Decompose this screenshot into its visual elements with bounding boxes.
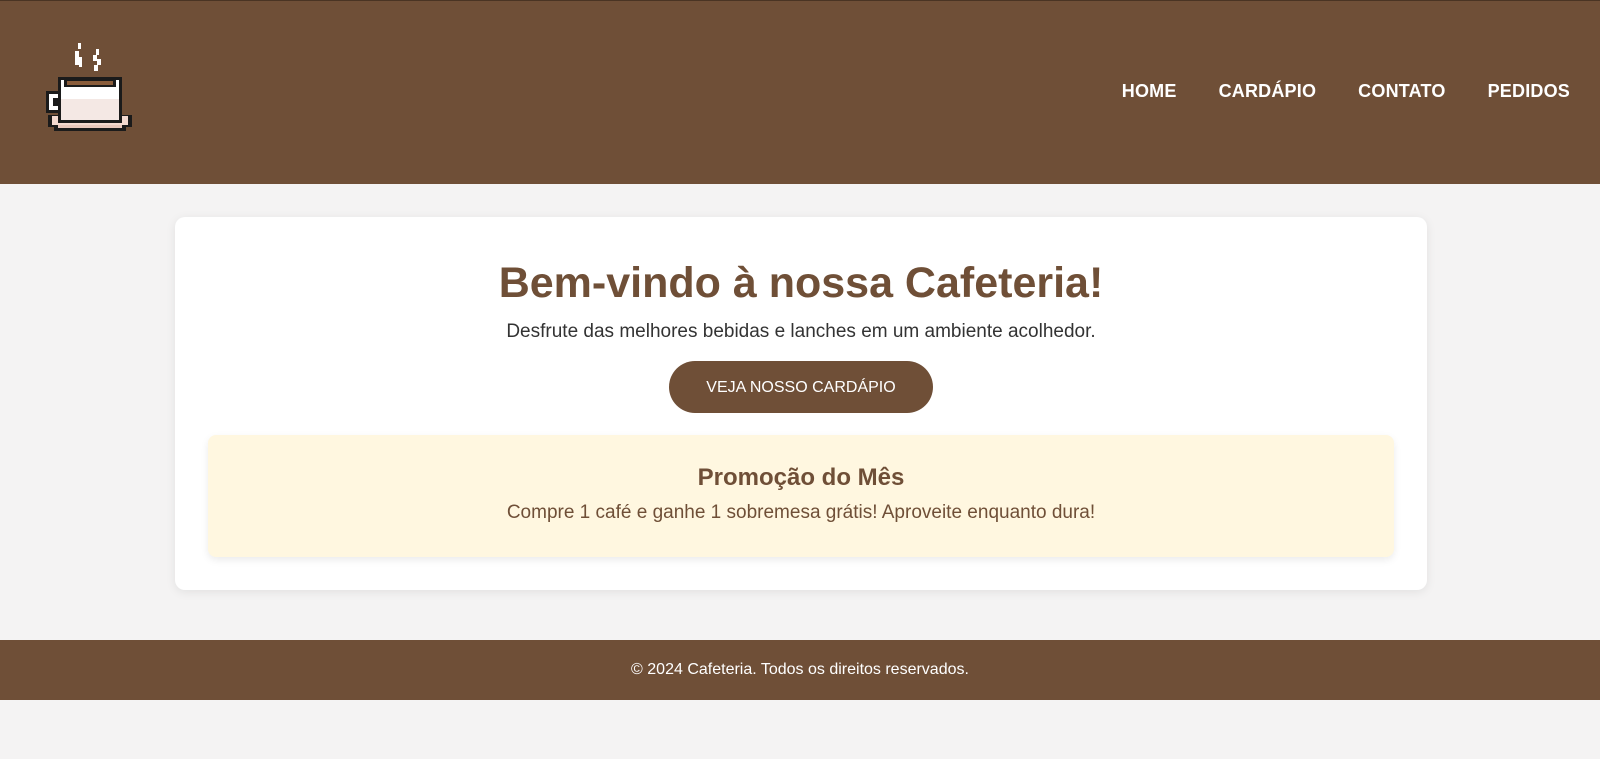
nav-cardapio[interactable]: CARDÁPIO xyxy=(1219,81,1317,102)
welcome-card: Bem-vindo à nossa Cafeteria! Desfrute da… xyxy=(175,217,1427,590)
promo-text: Compre 1 café e ganhe 1 sobremesa grátis… xyxy=(506,502,1096,523)
promo-title: Promoção do Mês xyxy=(697,464,905,491)
coffee-cup-icon[interactable] xyxy=(44,41,134,145)
footer-copyright: © 2024 Cafeteria. Todos os direitos rese… xyxy=(631,661,969,678)
nav-home[interactable]: HOME xyxy=(1122,81,1177,102)
nav-pedidos[interactable]: PEDIDOS xyxy=(1488,81,1570,102)
site-header: HOME CARDÁPIO CONTATO PEDIDOS xyxy=(0,0,1600,184)
nav-contato[interactable]: CONTATO xyxy=(1358,81,1445,102)
view-menu-button[interactable]: VEJA NOSSO CARDÁPIO xyxy=(669,361,933,413)
page-subtitle: Desfrute das melhores bebidas e lanches … xyxy=(506,321,1096,342)
promo-box: Promoção do Mês Compre 1 café e ganhe 1 … xyxy=(208,435,1394,557)
site-footer: © 2024 Cafeteria. Todos os direitos rese… xyxy=(0,640,1600,700)
main-nav: HOME CARDÁPIO CONTATO PEDIDOS xyxy=(1122,81,1570,102)
page-title: Bem-vindo à nossa Cafeteria! xyxy=(498,259,1104,307)
